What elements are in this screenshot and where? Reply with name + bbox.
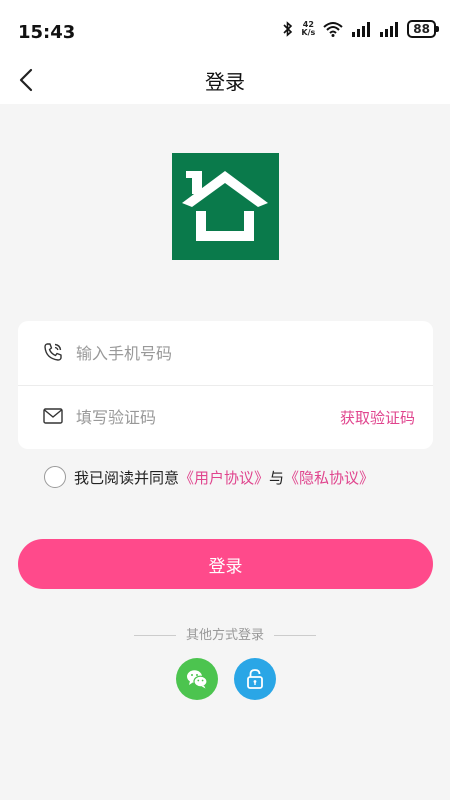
- login-button[interactable]: 登录: [18, 539, 433, 589]
- get-code-button[interactable]: 获取验证码: [340, 407, 415, 428]
- lock-icon: [247, 669, 263, 689]
- wechat-icon: [187, 670, 208, 689]
- code-input[interactable]: [74, 401, 338, 433]
- phone-input[interactable]: [74, 337, 338, 369]
- wechat-login-button[interactable]: [176, 658, 218, 700]
- signal-icon-2: [380, 22, 399, 37]
- wifi-icon: [323, 22, 343, 37]
- user-agreement-link[interactable]: 《用户协议》: [179, 467, 269, 488]
- divider-line-left: [133, 635, 176, 636]
- nav-bar: 登录: [0, 56, 450, 104]
- battery-indicator: 88: [407, 20, 439, 38]
- divider-line-right: [274, 635, 316, 636]
- agreement-checkbox[interactable]: [44, 466, 66, 488]
- phone-icon: [44, 343, 62, 361]
- page-title: 登录: [205, 70, 245, 94]
- password-login-button[interactable]: [234, 658, 276, 700]
- other-login-label: 其他方式登录: [185, 628, 264, 643]
- network-speed: 42 K/s: [301, 21, 315, 37]
- code-row: 获取验证码: [18, 385, 433, 449]
- agreement-row: 我已阅读并同意 《用户协议》 与 《隐私协议》: [44, 466, 374, 488]
- mail-icon: [43, 408, 63, 424]
- status-time: 15:43: [18, 22, 76, 43]
- app-logo: [172, 153, 279, 260]
- privacy-policy-link[interactable]: 《隐私协议》: [284, 467, 374, 488]
- agreement-conjunction: 与: [269, 468, 285, 487]
- login-form-card: 获取验证码: [18, 321, 433, 449]
- network-speed-unit: K/s: [301, 28, 316, 37]
- agreement-prefix: 我已阅读并同意: [74, 468, 180, 487]
- bluetooth-icon: [283, 21, 293, 37]
- other-login-divider: 其他方式登录: [0, 624, 450, 643]
- house-logo-icon: [182, 171, 268, 241]
- status-icons: 42 K/s 88: [283, 20, 439, 38]
- signal-icon: [352, 22, 371, 37]
- status-bar: 15:43 42 K/s 88: [0, 0, 450, 56]
- phone-row: [18, 321, 433, 386]
